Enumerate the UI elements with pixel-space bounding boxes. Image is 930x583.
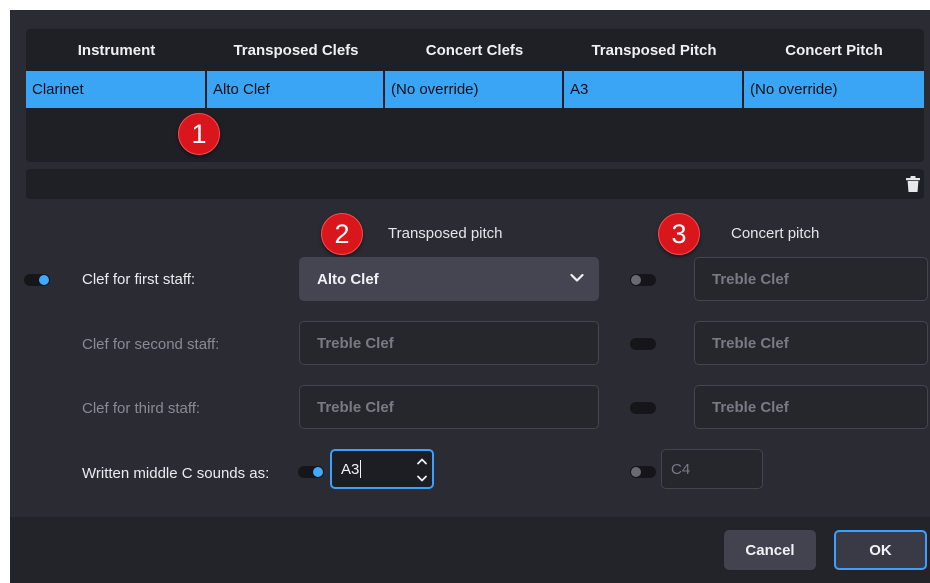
third-staff-transposed-clef-select[interactable]: Treble Clef [299, 385, 599, 429]
callout-badge-1: 1 [178, 113, 220, 155]
first-staff-concert-toggle[interactable] [630, 274, 656, 286]
concert-pitch-heading: Concert pitch [731, 225, 820, 242]
second-staff-transposed-clef-select[interactable]: Treble Clef [299, 321, 599, 365]
middle-c-transposed-value: A3 [341, 460, 360, 478]
middle-c-concert-stepper[interactable]: C4 [661, 449, 763, 489]
cancel-button[interactable]: Cancel [724, 530, 816, 570]
stepper-arrows [414, 453, 430, 487]
overrides-table: Instrument Transposed Clefs Concert Clef… [26, 29, 924, 162]
header-transposed-pitch[interactable]: Transposed Pitch [564, 29, 744, 71]
table-row[interactable]: Clarinet Alto Clef (No override) A3 (No … [26, 71, 924, 108]
middle-c-transposed-toggle[interactable] [298, 466, 324, 478]
cell-transposed-pitch[interactable]: A3 [564, 71, 744, 108]
middle-c-concert-toggle[interactable] [630, 466, 656, 478]
callout-badge-3: 3 [658, 213, 700, 255]
callout-badge-2: 2 [321, 213, 363, 255]
second-staff-concert-clef-select[interactable]: Treble Clef [694, 321, 928, 365]
cell-transposed-clefs[interactable]: Alto Clef [207, 71, 385, 108]
dialog-footer: Cancel OK [10, 517, 930, 583]
third-staff-concert-clef-select[interactable]: Treble Clef [694, 385, 928, 429]
chevron-down-icon [570, 273, 584, 282]
ok-button[interactable]: OK [834, 530, 927, 570]
first-staff-transposed-clef-select[interactable]: Alto Clef [299, 257, 599, 301]
cell-concert-clefs[interactable]: (No override) [385, 71, 564, 108]
cell-instrument[interactable]: Clarinet [26, 71, 207, 108]
trash-icon[interactable] [906, 176, 920, 192]
header-instrument[interactable]: Instrument [26, 29, 207, 71]
header-concert-pitch[interactable]: Concert Pitch [744, 29, 924, 71]
header-transposed-clefs[interactable]: Transposed Clefs [207, 29, 385, 71]
second-staff-label: Clef for second staff: [82, 336, 220, 353]
clef-override-dialog: Instrument Transposed Clefs Concert Clef… [10, 10, 930, 583]
middle-c-label: Written middle C sounds as: [82, 465, 270, 482]
first-staff-concert-clef-select[interactable]: Treble Clef [694, 257, 928, 301]
chevron-up-icon[interactable] [414, 453, 430, 470]
table-header: Instrument Transposed Clefs Concert Clef… [26, 29, 924, 71]
first-staff-transposed-value: Alto Clef [317, 270, 379, 288]
third-staff-label: Clef for third staff: [82, 400, 201, 417]
header-concert-clefs[interactable]: Concert Clefs [385, 29, 564, 71]
table-toolbar [26, 169, 924, 199]
first-staff-override-toggle[interactable] [24, 274, 50, 286]
cell-concert-pitch[interactable]: (No override) [744, 71, 924, 108]
chevron-down-icon[interactable] [414, 470, 430, 487]
first-staff-label: Clef for first staff: [82, 271, 196, 288]
middle-c-transposed-stepper[interactable]: A3 [330, 449, 434, 489]
transposed-pitch-heading: Transposed pitch [388, 225, 503, 242]
third-staff-concert-toggle[interactable] [630, 402, 656, 414]
second-staff-concert-toggle[interactable] [630, 338, 656, 350]
